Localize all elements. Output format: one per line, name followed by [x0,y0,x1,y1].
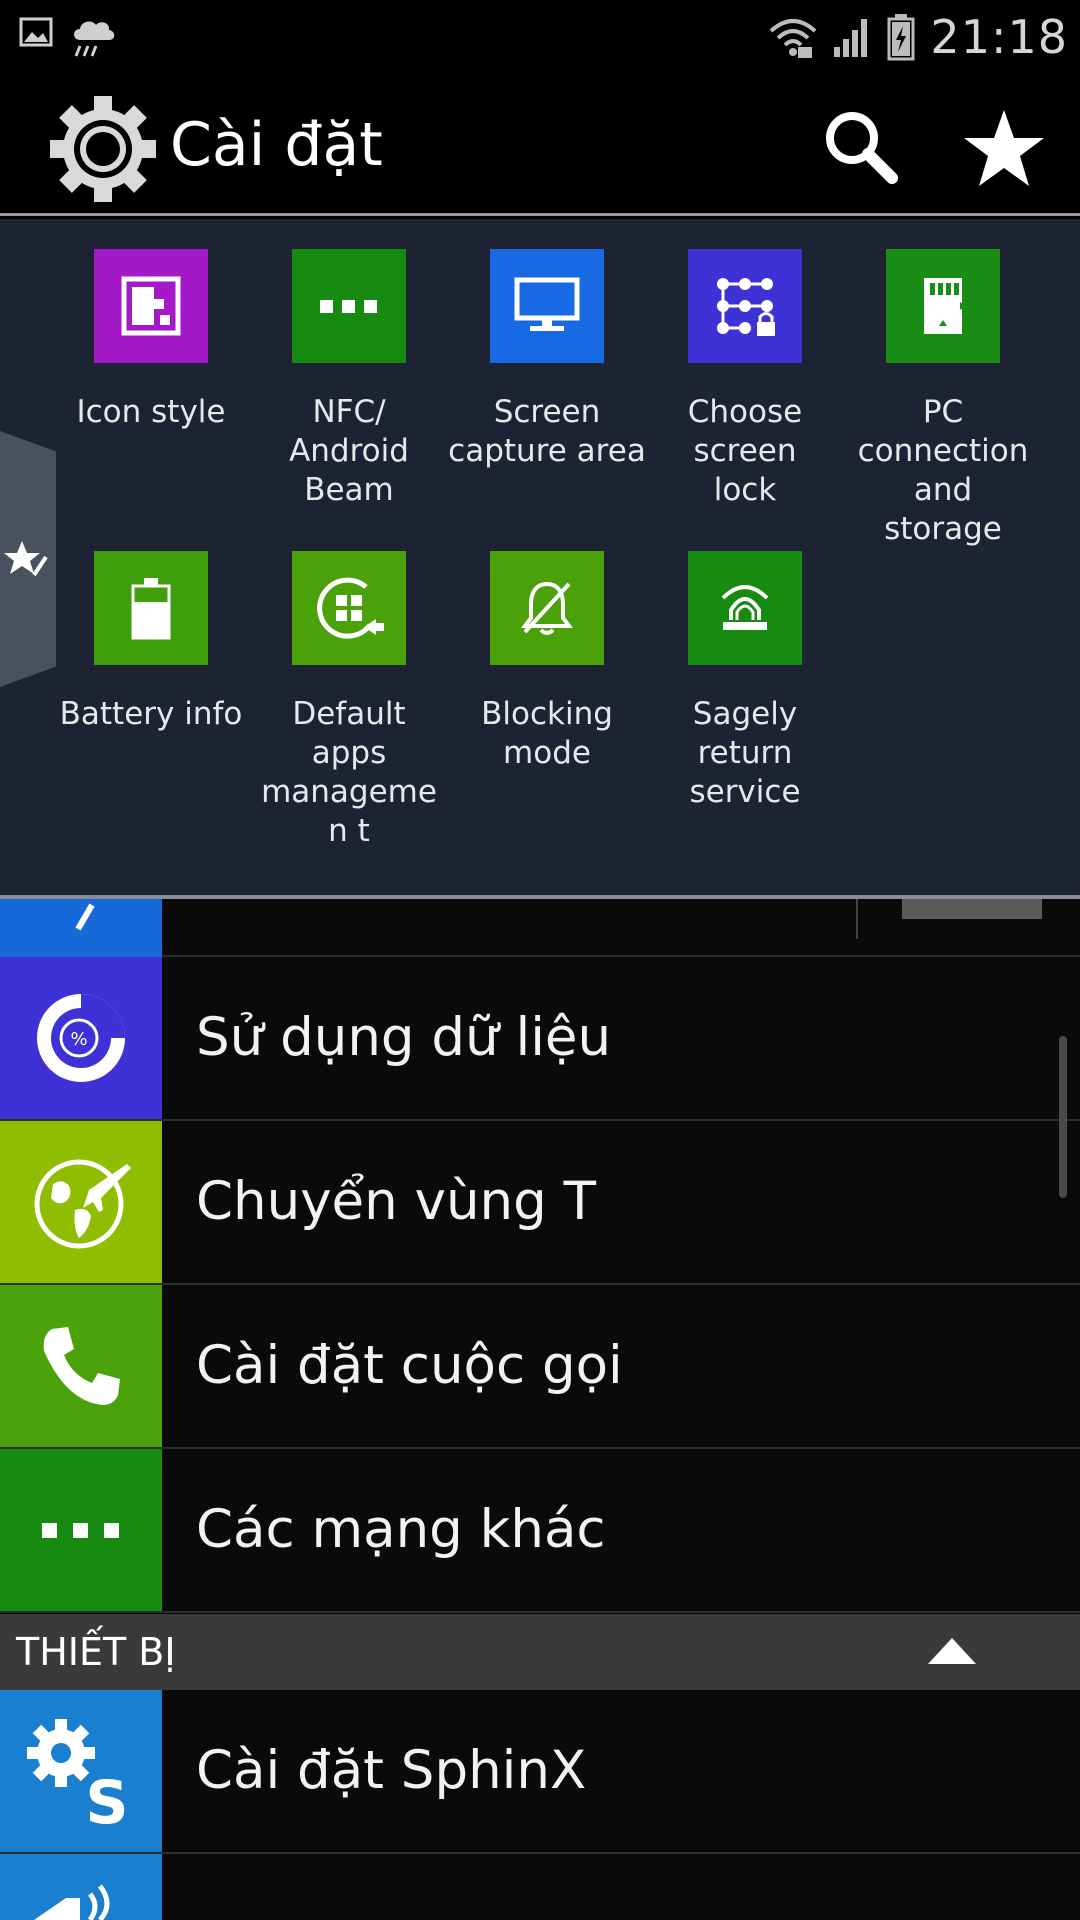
tile-label: Screen capture area [448,394,646,469]
section-header-device[interactable]: THIẾT BỊ [0,1614,1080,1690]
scrollbar[interactable] [1059,1036,1067,1198]
dots-icon [0,1449,162,1611]
tile-label: Battery info [59,696,243,732]
tile-blocking-mode[interactable]: Blocking mode [448,521,646,773]
toggle-switch[interactable] [902,899,1042,919]
collapse-caret-icon[interactable] [926,1636,978,1666]
list-item-partial[interactable] [0,899,1080,957]
page-title: Cài đặt [170,110,383,180]
tile-screen-capture-area[interactable]: Screen capture area [448,219,646,471]
side-panel-handle[interactable] [0,431,56,687]
list-item-label: Cài đặt SphinX [196,1740,587,1801]
wifi-icon [770,19,817,58]
list-item-label: Các mạng khác [196,1499,606,1560]
list-item-data-usage[interactable]: % Sử dụng dữ liệu [0,957,1080,1121]
search-icon[interactable] [820,106,900,186]
tile-label: Default apps managemen t [261,696,437,849]
status-time: 21:18 [930,10,1068,64]
tile-label: PC connection and storage [857,394,1029,547]
bell-off-icon [490,551,604,665]
monitor-icon [490,249,604,363]
tile-label: NFC/ Android Beam [289,394,409,508]
tile-choose-screen-lock[interactable]: Choose screen lock [646,219,844,510]
svg-text:%: % [70,1029,87,1050]
favorite-star-icon[interactable] [962,106,1046,190]
alarm-light-icon [688,551,802,665]
list-item-roaming[interactable]: Chuyển vùng T [0,1121,1080,1285]
quick-settings-panel: Icon style NFC/ Android Beam Screen capt… [0,219,1080,899]
icon-style-icon [94,249,208,363]
list-item-call-settings[interactable]: Cài đặt cuộc gọi [0,1285,1080,1449]
phone-icon [0,1285,162,1447]
default-apps-icon [292,551,406,665]
list-item-label: Sử dụng dữ liệu [196,1007,612,1068]
list-item-sphinx-settings[interactable]: S Cài đặt SphinX [0,1690,1080,1854]
tile-label: Choose screen lock [687,394,803,508]
battery-charging-icon [887,14,915,61]
sphinx-gear-icon: S [0,1690,162,1852]
list-item-partial-bottom[interactable] [0,1854,1080,1920]
tile-label: Icon style [76,394,226,430]
tile-sagely-return-service[interactable]: Sagely return service [646,521,844,812]
tile-battery-info[interactable]: Battery info [52,521,250,734]
divider [856,899,858,939]
list-item-label: Chuyển vùng T [196,1171,597,1232]
tile-label: Blocking mode [481,696,613,771]
data-usage-icon: % [0,957,162,1119]
partial-row-icon [0,899,162,957]
sd-card-icon [886,249,1000,363]
tile-icon-style[interactable]: Icon style [52,219,250,432]
action-bar: Cài đặt [0,80,1080,216]
dots-icon [292,249,406,363]
tile-default-apps-management[interactable]: Default apps managemen t [250,521,448,851]
status-bar: 21:18 [0,0,1080,80]
star-edit-icon [4,541,48,577]
tile-nfc-android-beam[interactable]: NFC/ Android Beam [250,219,448,510]
tile-label: Sagely return service [689,696,801,810]
signal-icon [834,19,868,57]
gallery-icon [19,17,53,47]
section-title: THIẾT BỊ [16,1630,176,1674]
tile-pc-connection-storage[interactable]: PC connection and storage [844,219,1042,549]
rain-cloud-icon [74,21,115,57]
list-item-other-networks[interactable]: Các mạng khác [0,1449,1080,1613]
battery-icon [94,551,208,665]
pattern-lock-icon [688,249,802,363]
sound-icon [0,1854,162,1920]
settings-gear-icon [50,96,156,202]
list-item-label: Cài đặt cuộc gọi [196,1335,623,1396]
globe-plane-icon [0,1121,162,1283]
svg-text:S: S [85,1768,128,1831]
